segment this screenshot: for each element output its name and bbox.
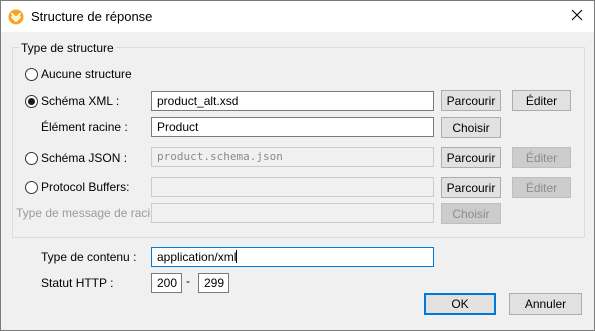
content-type-label: Type de contenu : (41, 250, 137, 264)
http-status-separator: - (186, 274, 190, 288)
protobuf-radio[interactable] (25, 181, 38, 194)
ok-button[interactable]: OK (424, 293, 496, 315)
http-status-to-input[interactable]: 299 (198, 273, 229, 293)
root-element-label: Élément racine : (41, 120, 128, 134)
cancel-button[interactable]: Annuler (509, 293, 582, 315)
protobuf-label[interactable]: Protocol Buffers: (41, 180, 130, 194)
root-message-choose-button: Choisir (441, 203, 501, 224)
protobuf-edit-button: Éditer (512, 177, 571, 198)
root-message-type-input (151, 203, 434, 223)
json-edit-button: Éditer (512, 147, 571, 168)
no-structure-label[interactable]: Aucune structure (41, 67, 132, 81)
xml-schema-radio[interactable] (25, 95, 38, 108)
no-structure-radio[interactable] (25, 68, 38, 81)
http-status-from-input[interactable]: 200 (151, 273, 182, 293)
text-caret (236, 250, 238, 263)
json-schema-radio[interactable] (25, 152, 38, 165)
protobuf-browse-button[interactable]: Parcourir (441, 177, 501, 198)
root-message-type-label: Type de message de racine (16, 206, 164, 220)
xml-browse-button[interactable]: Parcourir (441, 90, 501, 111)
xml-schema-input[interactable]: product_alt.xsd (151, 91, 434, 111)
structure-type-group-title: Type de structure (19, 41, 116, 55)
json-schema-label[interactable]: Schéma JSON : (41, 151, 127, 165)
title-bar: Structure de réponse (1, 1, 594, 32)
json-browse-button[interactable]: Parcourir (441, 147, 501, 168)
http-status-label: Statut HTTP : (41, 276, 114, 290)
json-schema-input: product.schema.json (151, 147, 434, 167)
app-icon (8, 9, 24, 25)
close-button[interactable] (560, 1, 594, 32)
content-type-input[interactable]: application/xml (151, 247, 434, 267)
content-type-value: application/xml (157, 250, 237, 264)
close-icon (571, 9, 583, 24)
xml-edit-button[interactable]: Éditer (512, 90, 571, 111)
window-title: Structure de réponse (31, 9, 153, 24)
protobuf-input (151, 177, 434, 197)
xml-schema-label[interactable]: Schéma XML : (41, 94, 119, 108)
root-element-choose-button[interactable]: Choisir (441, 117, 501, 138)
root-element-input[interactable]: Product (151, 117, 434, 137)
dialog-window: Structure de réponse Type de structure A… (0, 0, 595, 331)
